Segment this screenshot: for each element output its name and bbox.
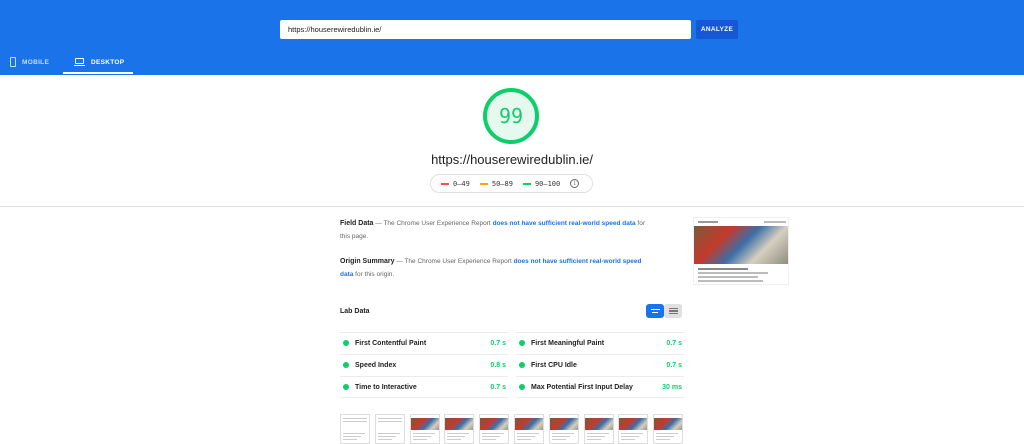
- analyzed-url: https://houserewiredublin.ie/: [431, 152, 593, 167]
- active-tab-indicator: [63, 72, 133, 74]
- tab-desktop-label: DESKTOP: [91, 58, 125, 66]
- analyze-button[interactable]: ANALYZE: [696, 20, 738, 39]
- pass-indicator-icon: [519, 340, 525, 346]
- pass-indicator-icon: [343, 340, 349, 346]
- metric-first-contentful-paint: First Contentful Paint 0.7 s: [340, 332, 508, 353]
- tab-mobile-label: MOBILE: [22, 58, 50, 66]
- score-legend: 0–49 50–89 90–100 i: [430, 174, 593, 193]
- filmstrip-frame: [514, 414, 544, 444]
- desktop-icon: [74, 58, 85, 67]
- url-input[interactable]: [280, 20, 691, 39]
- pass-indicator-icon: [343, 384, 349, 390]
- field-data-title: Field Data: [340, 220, 374, 227]
- page-screenshot-thumbnail: [693, 217, 789, 285]
- metrics-view-toggle-detailed[interactable]: [664, 304, 682, 318]
- metrics-divider: [516, 397, 684, 398]
- tab-mobile[interactable]: MOBILE: [10, 52, 49, 72]
- filmstrip-frame: [479, 414, 510, 444]
- pass-indicator-icon: [343, 362, 349, 368]
- origin-summary-section: Origin Summary — The Chrome User Experie…: [340, 258, 642, 278]
- section-divider: [0, 206, 1024, 207]
- legend-item-fail: 0–49: [441, 180, 470, 188]
- origin-summary-title: Origin Summary: [340, 258, 395, 265]
- lab-data-title: Lab Data: [340, 308, 370, 315]
- metrics-view-toggle-summary[interactable]: [646, 304, 664, 318]
- performance-score-gauge: 99: [483, 88, 539, 144]
- filmstrip-frame: [374, 414, 405, 444]
- info-icon[interactable]: i: [570, 179, 580, 188]
- legend-item-pass: 90–100: [522, 180, 560, 188]
- filmstrip-frame: [618, 414, 649, 444]
- filmstrip-frame: [340, 414, 370, 444]
- performance-score: 99: [498, 104, 524, 128]
- filmstrip-frame: [583, 414, 614, 444]
- pass-indicator-icon: [519, 384, 525, 390]
- filmstrip-frame: [409, 414, 440, 444]
- metric-first-cpu-idle: First CPU Idle 0.7 s: [516, 354, 684, 375]
- filmstrip-frame: [653, 414, 684, 444]
- pass-indicator-icon: [519, 362, 525, 368]
- filmstrip-frame: [548, 414, 579, 444]
- tab-desktop[interactable]: DESKTOP: [74, 52, 124, 72]
- metric-first-meaningful-paint: First Meaningful Paint 0.7 s: [516, 332, 684, 353]
- metric-max-potential-fid: Max Potential First Input Delay 30 ms: [516, 376, 684, 397]
- field-data-section: Field Data — The Chrome User Experience …: [340, 220, 646, 240]
- filmstrip-frame: [444, 414, 475, 444]
- mobile-icon: [10, 57, 16, 67]
- metric-speed-index: Speed Index 0.8 s: [340, 354, 508, 375]
- field-data-link[interactable]: does not have sufficient real-world spee…: [493, 220, 636, 227]
- legend-item-average: 50–89: [479, 180, 513, 188]
- metric-time-to-interactive: Time to Interactive 0.7 s: [340, 376, 508, 397]
- metrics-divider: [340, 397, 508, 398]
